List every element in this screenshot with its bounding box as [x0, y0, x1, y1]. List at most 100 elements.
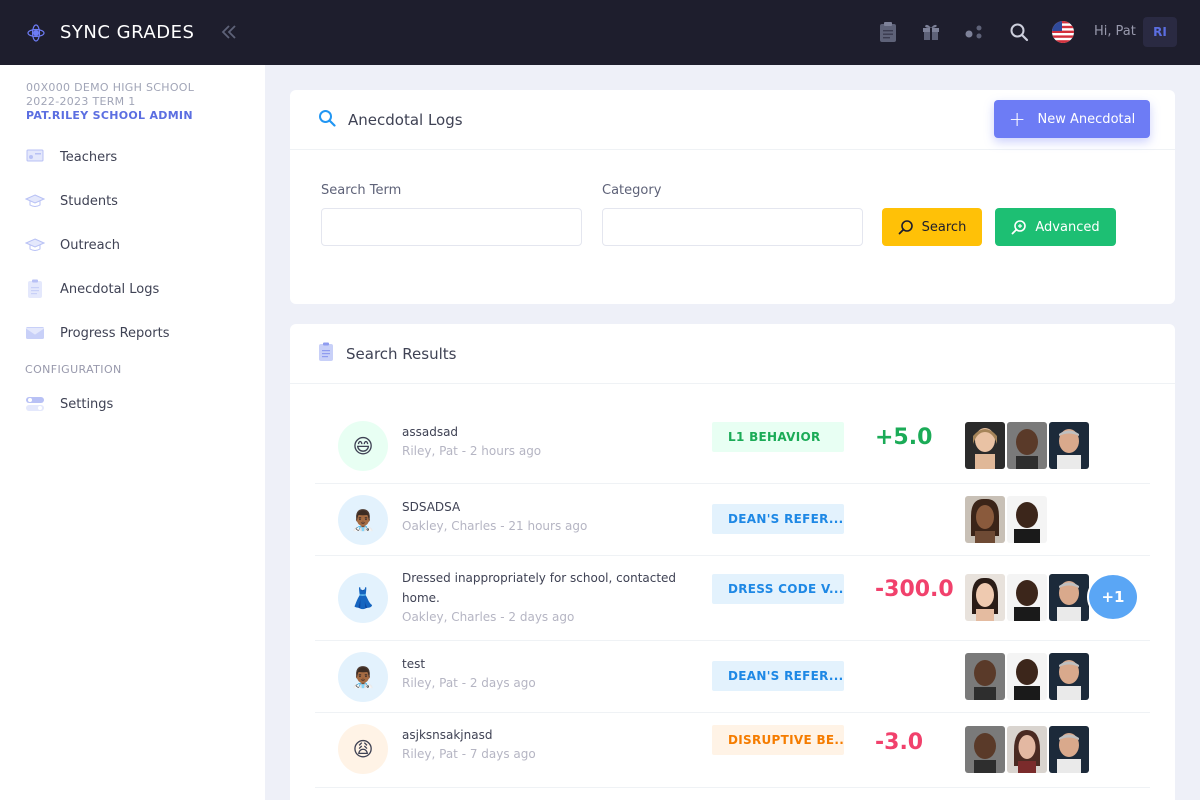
sidebar-item-teachers[interactable]: Teachers — [0, 135, 265, 179]
school-name: 00X000 DEMO HIGH SCHOOL — [26, 81, 195, 94]
sidebar-item-progress-reports[interactable]: Progress Reports — [0, 311, 265, 355]
log-title[interactable]: SDSADSA — [402, 497, 692, 517]
emoji-avatar: 👨🏾‍⚕️ — [338, 652, 388, 702]
log-title[interactable]: assadsad — [402, 422, 692, 442]
student-avatar[interactable] — [1049, 726, 1089, 773]
emoji-avatar: 😩 — [338, 724, 388, 774]
points-value: -3.0 — [875, 730, 924, 755]
greeting-text: Hi, — [1094, 24, 1112, 39]
user-role[interactable]: PAT.RILEY SCHOOL ADMIN — [26, 109, 265, 123]
sidebar: SYNC GRADES 00X000 DEMO HIGH SCHOOL 2022… — [0, 0, 265, 800]
student-avatar[interactable] — [1007, 574, 1047, 621]
school-term: 2022-2023 TERM 1 — [26, 95, 136, 108]
search-icon — [898, 220, 913, 235]
log-title[interactable]: test — [402, 654, 692, 674]
sidebar-item-label: Outreach — [60, 237, 120, 253]
more-students-badge[interactable]: +1 — [1087, 573, 1139, 621]
sidebar-item-label: Settings — [60, 396, 114, 412]
card-header: Anecdotal Logs + New Anecdotal — [290, 90, 1175, 150]
user-avatar[interactable]: RI — [1143, 17, 1177, 47]
brand-bar: SYNC GRADES — [0, 0, 265, 65]
student-avatar[interactable] — [1049, 422, 1089, 469]
sidebar-item-outreach[interactable]: Outreach — [0, 223, 265, 267]
category-badge: DEAN'S REFER... — [712, 504, 844, 534]
us-flag-icon[interactable] — [1052, 21, 1074, 43]
collapse-sidebar-icon[interactable] — [219, 22, 239, 42]
clipboard-icon[interactable] — [877, 21, 899, 43]
sidebar-section-configuration: CONFIGURATION — [25, 363, 122, 376]
search-term-label: Search Term — [321, 183, 402, 198]
row-text: test Riley, Pat - 2 days ago — [402, 654, 692, 692]
student-faces — [965, 496, 1049, 543]
student-avatar[interactable] — [965, 496, 1005, 543]
envelope-icon — [25, 323, 45, 343]
search-term-input[interactable] — [321, 208, 582, 246]
student-faces — [965, 574, 1091, 621]
student-avatar[interactable] — [1007, 726, 1047, 773]
sidebar-nav: Teachers Students Outreach Anecdotal Log… — [0, 135, 265, 426]
advanced-search-icon — [1011, 220, 1027, 235]
apps-icon[interactable] — [964, 21, 986, 43]
graduation-cap-icon — [25, 191, 45, 211]
student-faces — [965, 726, 1091, 773]
new-anecdotal-label: New Anecdotal — [1037, 111, 1136, 127]
emoji-avatar: 👗 — [338, 573, 388, 623]
points-value: +5.0 — [875, 425, 933, 450]
plus-icon: + — [1008, 107, 1026, 131]
school-info: 00X000 DEMO HIGH SCHOOL 2022-2023 TERM 1… — [0, 65, 265, 123]
graduation-cap-icon — [25, 235, 45, 255]
table-row[interactable]: 😄 assadsad Riley, Pat - 2 hours ago L1 B… — [315, 409, 1150, 484]
gift-icon[interactable] — [920, 21, 942, 43]
teacher-icon — [25, 147, 45, 167]
search-icon — [318, 109, 336, 131]
user-name: Pat — [1115, 24, 1136, 39]
category-badge: DEAN'S REFER... — [712, 661, 844, 691]
search-button[interactable]: Search — [882, 208, 982, 246]
category-badge: DRESS CODE V... — [712, 574, 844, 604]
search-button-label: Search — [921, 219, 967, 235]
log-meta: Riley, Pat - 2 hours ago — [402, 444, 542, 458]
student-avatar[interactable] — [965, 726, 1005, 773]
points-value: -300.0 — [875, 577, 954, 602]
sync-logo-icon — [26, 23, 46, 43]
student-avatar[interactable] — [1049, 574, 1089, 621]
sidebar-item-label: Teachers — [60, 149, 118, 165]
log-meta: Oakley, Charles - 21 hours ago — [402, 519, 588, 533]
search-icon[interactable] — [1008, 21, 1030, 43]
results-title: Search Results — [346, 344, 457, 363]
category-badge: DISRUPTIVE BE... — [712, 725, 844, 755]
student-avatar[interactable] — [965, 653, 1005, 700]
log-meta: Riley, Pat - 7 days ago — [402, 747, 536, 761]
table-row[interactable]: 👨🏾‍⚕️ test Riley, Pat - 2 days ago DEAN'… — [315, 641, 1150, 713]
log-title[interactable]: asjksnsakjnasd — [402, 725, 692, 745]
student-avatar[interactable] — [1007, 653, 1047, 700]
sidebar-item-students[interactable]: Students — [0, 179, 265, 223]
sidebar-item-label: Anecdotal Logs — [60, 281, 160, 297]
log-title[interactable]: Dressed inappropriately for school, cont… — [402, 568, 692, 608]
log-meta: Riley, Pat - 2 days ago — [402, 676, 536, 690]
student-avatar[interactable] — [1049, 653, 1089, 700]
emoji-avatar: 👨🏾‍⚕️ — [338, 495, 388, 545]
student-avatar[interactable] — [1007, 496, 1047, 543]
category-badge: L1 BEHAVIOR — [712, 422, 844, 452]
sidebar-item-settings[interactable]: Settings — [0, 382, 265, 426]
student-avatar[interactable] — [1007, 422, 1047, 469]
brand-name: SYNC GRADES — [60, 22, 195, 43]
table-row[interactable]: 👨🏾‍⚕️ SDSADSA Oakley, Charles - 21 hours… — [315, 484, 1150, 556]
toggle-settings-icon — [25, 394, 45, 414]
table-row[interactable]: 👗 Dressed inappropriately for school, co… — [315, 556, 1150, 641]
student-avatar[interactable] — [965, 574, 1005, 621]
sidebar-item-label: Progress Reports — [60, 325, 170, 341]
new-anecdotal-button[interactable]: + New Anecdotal — [994, 100, 1150, 138]
table-row[interactable]: 😩 asjksnsakjnasd Riley, Pat - 7 days ago… — [315, 713, 1150, 788]
student-avatar[interactable] — [965, 422, 1005, 469]
row-text: Dressed inappropriately for school, cont… — [402, 568, 692, 626]
category-input[interactable] — [602, 208, 863, 246]
sidebar-item-anecdotal-logs[interactable]: Anecdotal Logs — [0, 267, 265, 311]
topbar: Hi, Pat RI — [265, 0, 1200, 65]
advanced-search-button[interactable]: Advanced — [995, 208, 1116, 246]
advanced-button-label: Advanced — [1035, 219, 1100, 235]
user-greeting: Hi, Pat — [1094, 24, 1136, 39]
row-text: SDSADSA Oakley, Charles - 21 hours ago — [402, 497, 692, 535]
sidebar-item-label: Students — [60, 193, 118, 209]
